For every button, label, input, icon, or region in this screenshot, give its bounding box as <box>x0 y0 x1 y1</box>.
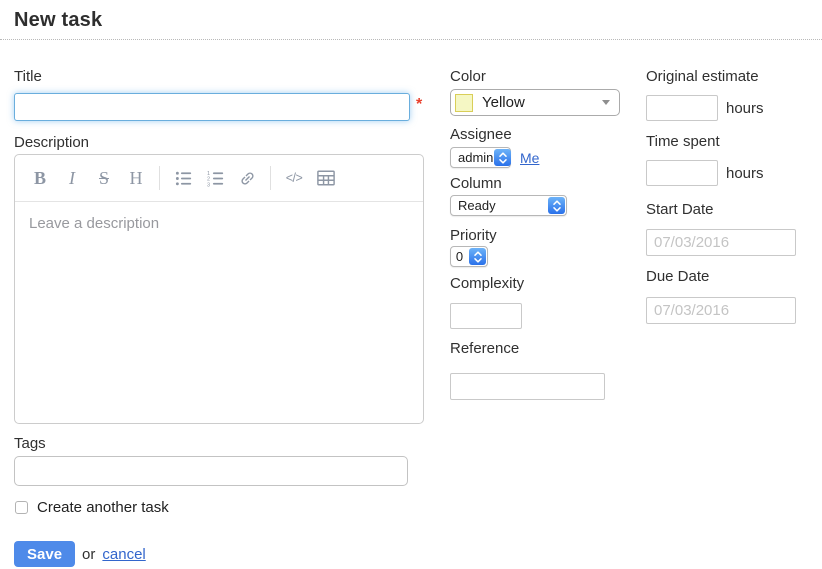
title-input[interactable] <box>14 93 410 121</box>
reference-label: Reference <box>450 341 646 356</box>
assignee-label: Assignee <box>450 127 646 142</box>
assignee-row: admin Me <box>450 147 646 168</box>
assignee-field: Assignee admin Me <box>450 127 646 168</box>
color-label: Color <box>450 69 646 84</box>
due-date-input[interactable] <box>646 297 796 324</box>
toolbar-divider <box>159 166 160 190</box>
select-stepper-icon <box>469 248 486 265</box>
left-column: Title * Description B I S H <box>14 69 424 567</box>
priority-selected-value: 0 <box>451 249 468 264</box>
complexity-field: Complexity <box>450 276 646 329</box>
tags-input[interactable] <box>14 456 408 486</box>
complexity-input[interactable] <box>450 303 522 329</box>
svg-text:3: 3 <box>207 182 210 187</box>
color-selected-value: Yellow <box>482 94 602 111</box>
original-estimate-label: Original estimate <box>646 69 822 84</box>
middle-column: Color Yellow Assignee admin Me Column <box>450 69 646 400</box>
original-estimate-input[interactable] <box>646 95 718 121</box>
due-date-label: Due Date <box>646 269 822 284</box>
create-another-checkbox[interactable] <box>15 501 28 514</box>
complexity-label: Complexity <box>450 276 646 291</box>
reference-input[interactable] <box>450 373 605 400</box>
page-header: New task <box>0 0 822 40</box>
column-select[interactable]: Ready <box>450 195 567 216</box>
title-label: Title <box>14 69 424 84</box>
column-label: Column <box>450 176 646 191</box>
original-estimate-row: hours <box>646 95 822 121</box>
heading-icon[interactable]: H <box>124 165 148 191</box>
assignee-select[interactable]: admin <box>450 147 511 168</box>
hours-suffix: hours <box>726 165 764 182</box>
bold-icon[interactable]: B <box>28 165 52 191</box>
start-date-field: Start Date <box>646 202 822 256</box>
column-field: Column Ready <box>450 176 646 216</box>
assignee-selected-value: admin <box>451 150 493 165</box>
or-text: or <box>82 546 95 563</box>
select-stepper-icon <box>494 149 511 166</box>
description-textarea[interactable] <box>15 202 423 423</box>
strikethrough-icon[interactable]: S <box>92 165 116 191</box>
chevron-down-icon <box>602 100 610 105</box>
select-stepper-icon <box>548 197 565 214</box>
right-column: Original estimate hours Time spent hours… <box>646 69 822 324</box>
due-date-field: Due Date <box>646 269 822 324</box>
assign-to-me-link[interactable]: Me <box>520 150 539 166</box>
tags-label: Tags <box>14 436 424 451</box>
code-icon[interactable]: </> <box>282 165 306 191</box>
time-spent-row: hours <box>646 160 822 186</box>
reference-field: Reference <box>450 341 646 400</box>
priority-select[interactable]: 0 <box>450 246 488 267</box>
save-button[interactable]: Save <box>14 541 75 567</box>
toolbar-divider <box>270 166 271 190</box>
start-date-label: Start Date <box>646 202 822 217</box>
table-icon[interactable] <box>314 165 338 191</box>
priority-field: Priority 0 <box>450 228 646 267</box>
required-asterisk-icon: * <box>416 97 422 113</box>
title-row: * <box>14 93 424 121</box>
create-another-label: Create another task <box>37 499 169 516</box>
create-another-row: Create another task <box>14 499 424 516</box>
page-title: New task <box>14 9 808 32</box>
time-spent-input[interactable] <box>646 160 718 186</box>
unordered-list-icon[interactable] <box>171 165 195 191</box>
priority-label: Priority <box>450 228 646 243</box>
ordered-list-icon[interactable]: 1 2 3 <box>203 165 227 191</box>
new-task-form: Title * Description B I S H <box>0 40 822 567</box>
column-selected-value: Ready <box>451 198 496 213</box>
editor-toolbar: B I S H 1 2 3 <box>15 155 423 202</box>
time-spent-label: Time spent <box>646 134 822 149</box>
hours-suffix: hours <box>726 100 764 117</box>
start-date-input[interactable] <box>646 229 796 256</box>
color-dropdown[interactable]: Yellow <box>450 89 620 116</box>
time-spent-field: Time spent hours <box>646 134 822 186</box>
color-field: Color Yellow <box>450 69 646 116</box>
cancel-link[interactable]: cancel <box>102 546 145 563</box>
description-editor: B I S H 1 2 3 <box>14 154 424 424</box>
form-actions: Save or cancel <box>14 541 424 567</box>
color-swatch <box>455 94 473 112</box>
italic-icon[interactable]: I <box>60 165 84 191</box>
description-label: Description <box>14 135 424 150</box>
link-icon[interactable] <box>235 165 259 191</box>
original-estimate-field: Original estimate hours <box>646 69 822 121</box>
